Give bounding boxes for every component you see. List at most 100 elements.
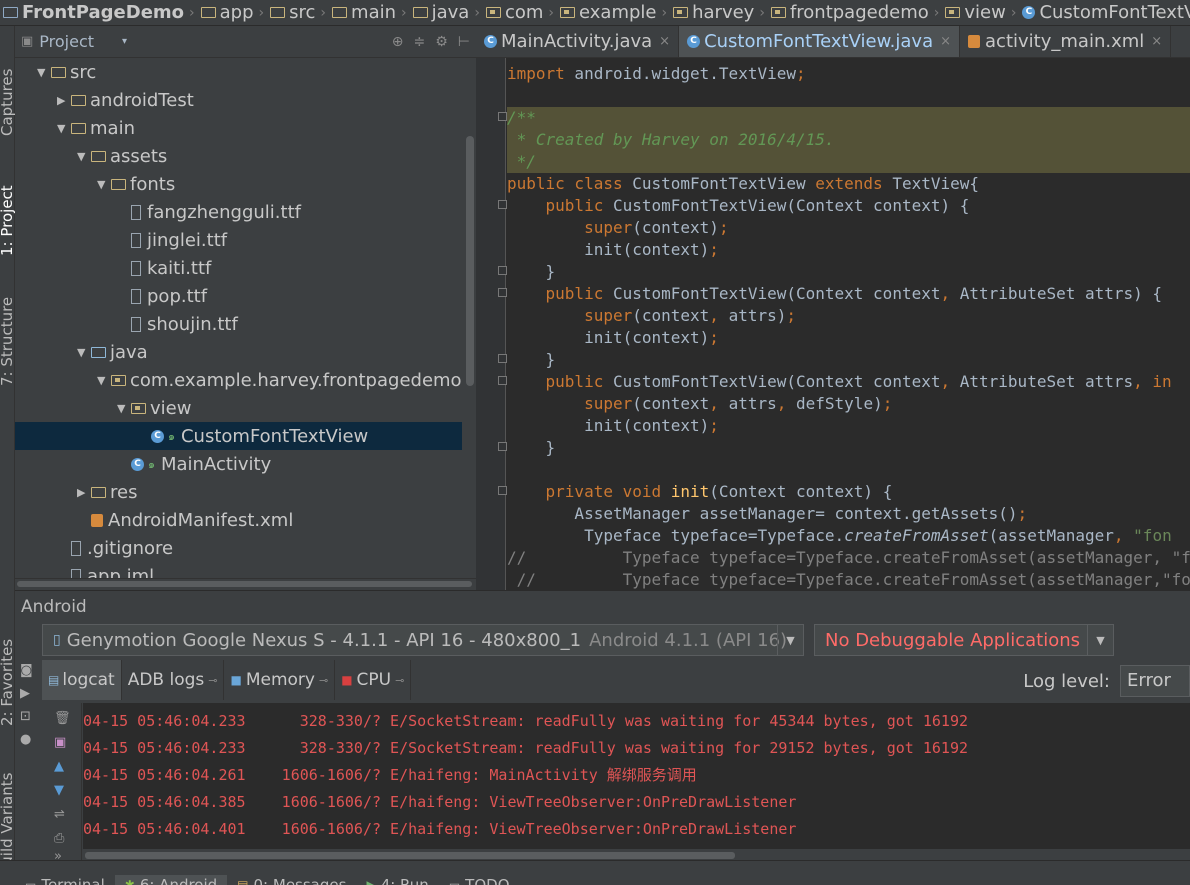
breadcrumb-item[interactable]: FrontPageDemo ›: [0, 2, 198, 23]
android-panel-title: Android: [21, 597, 87, 617]
camera-icon[interactable]: ◙: [20, 663, 40, 678]
tab-cpu[interactable]: ■ CPU ⊸: [335, 660, 412, 700]
fold-marker-icon[interactable]: [498, 112, 507, 121]
process-selector[interactable]: No Debuggable Applications ▼: [814, 624, 1114, 656]
tree-item[interactable]: .gitignore: [15, 534, 462, 562]
logcat-output[interactable]: 04-15 05:46:04.233 328-330/? E/SocketStr…: [83, 703, 1190, 849]
fold-marker-icon[interactable]: [498, 376, 507, 385]
code-line: public CustomFontTextView(Context contex…: [545, 196, 970, 215]
record-icon[interactable]: ▶: [20, 686, 40, 701]
sync-icon[interactable]: ⊕: [392, 34, 404, 50]
breadcrumb-item[interactable]: CCustomFontTextView: [1019, 2, 1190, 23]
breadcrumb-item[interactable]: main ›: [329, 2, 410, 23]
bottom-tab[interactable]: ▤ 0: Messages: [227, 875, 356, 885]
tree-item[interactable]: jinglei.ttf: [15, 226, 462, 254]
fold-marker-icon[interactable]: [498, 288, 507, 297]
tree-item[interactable]: shoujin.ttf: [15, 310, 462, 338]
structure-tab[interactable]: 7: Structure: [0, 297, 16, 386]
bottom-tab[interactable]: ✱ 6: Android: [114, 875, 228, 885]
tree-item[interactable]: AndroidManifest.xml: [15, 506, 462, 534]
arrow-up-icon[interactable]: ▲: [54, 759, 64, 774]
code-line: public CustomFontTextView(Context contex…: [545, 372, 1172, 391]
breadcrumb-item[interactable]: java ›: [410, 2, 483, 23]
collapse-arrow-icon[interactable]: ▶: [77, 486, 91, 499]
tab-memory[interactable]: ■ Memory ⊸: [224, 660, 336, 700]
bottom-tab[interactable]: ▶ 4: Run: [356, 875, 438, 885]
breadcrumb-item[interactable]: example ›: [557, 2, 670, 23]
expand-arrow-icon[interactable]: ▼: [77, 346, 91, 359]
collapse-icon[interactable]: ≑: [414, 34, 426, 50]
fold-marker-icon[interactable]: [498, 266, 507, 275]
soft-wrap-icon[interactable]: ⇌: [54, 807, 65, 822]
tree-item[interactable]: ▼ assets: [15, 142, 462, 170]
screen-icon[interactable]: ⊡: [20, 709, 40, 724]
fold-marker-icon[interactable]: [498, 442, 507, 451]
chevron-down-icon[interactable]: ▾: [122, 36, 127, 47]
tree-item[interactable]: ▼ main: [15, 114, 462, 142]
breadcrumb-item[interactable]: app ›: [198, 2, 268, 23]
project-view-selector[interactable]: Project: [39, 32, 94, 51]
chevron-down-icon[interactable]: ▼: [777, 625, 803, 655]
close-icon[interactable]: ×: [659, 34, 670, 49]
pin-icon[interactable]: ⊸: [319, 674, 328, 687]
editor-tab[interactable]: C CustomFontTextView.java ×: [679, 26, 961, 57]
favorites-tab[interactable]: 2: Favorites: [0, 639, 16, 726]
gear-icon[interactable]: ⚙: [435, 34, 448, 50]
code-line: init(context);: [507, 328, 719, 347]
tree-item[interactable]: C ๑ MainActivity: [15, 450, 462, 478]
tree-item[interactable]: C ๑ CustomFontTextView: [15, 422, 462, 450]
restart-icon[interactable]: ▣: [54, 735, 66, 750]
breadcrumb-item[interactable]: com ›: [483, 2, 557, 23]
tree-item[interactable]: kaiti.ttf: [15, 254, 462, 282]
expand-arrow-icon[interactable]: ▼: [57, 122, 71, 135]
trash-icon[interactable]: 🗑: [54, 711, 71, 726]
editor-tab[interactable]: activity_main.xml ×: [960, 26, 1172, 57]
tab-adb-logs[interactable]: ADB logs ⊸: [122, 660, 225, 700]
close-icon[interactable]: ×: [1151, 34, 1162, 49]
breadcrumb-item[interactable]: frontpagedemo ›: [768, 2, 942, 23]
logcat-toolbar: 🗑 ▣ ▲ ▼ ⇌ ⎙ »: [42, 703, 82, 864]
hide-panel-icon[interactable]: ⊢: [458, 34, 470, 50]
folder-icon: [332, 7, 348, 18]
expand-arrow-icon[interactable]: ▼: [117, 402, 131, 415]
stop-icon[interactable]: ●: [20, 732, 40, 747]
log-level-select[interactable]: Error: [1120, 665, 1190, 697]
breadcrumb-item[interactable]: src ›: [267, 2, 329, 23]
tree-item[interactable]: ▶ androidTest: [15, 86, 462, 114]
project-hscrollbar[interactable]: [15, 578, 476, 588]
pin-icon[interactable]: ⊸: [395, 674, 404, 687]
breadcrumb-item[interactable]: harvey ›: [670, 2, 768, 23]
arrow-down-icon[interactable]: ▼: [54, 783, 64, 798]
tree-item[interactable]: ▶ res: [15, 478, 462, 506]
tree-item[interactable]: fangzhengguli.ttf: [15, 198, 462, 226]
fold-marker-icon[interactable]: [498, 200, 507, 209]
close-icon[interactable]: ×: [940, 34, 951, 49]
chevron-down-icon[interactable]: ▼: [1087, 625, 1113, 655]
device-selector[interactable]: ▯ Genymotion Google Nexus S - 4.1.1 - AP…: [42, 624, 804, 656]
project-vscrollbar[interactable]: [466, 136, 474, 386]
tree-item[interactable]: pop.ttf: [15, 282, 462, 310]
fold-marker-icon[interactable]: [498, 486, 507, 495]
expand-arrow-icon[interactable]: ▼: [97, 178, 111, 191]
captures-tab[interactable]: Captures: [0, 69, 16, 136]
tab-logcat[interactable]: ▤ logcat: [42, 660, 122, 700]
code-line: /**: [507, 107, 1190, 129]
pin-icon[interactable]: ⊸: [208, 674, 217, 687]
collapse-arrow-icon[interactable]: ▶: [57, 94, 71, 107]
fold-marker-icon[interactable]: [498, 354, 507, 363]
tree-item[interactable]: ▼ src: [15, 58, 462, 86]
expand-arrow-icon[interactable]: ▼: [37, 66, 51, 79]
project-tool-tab[interactable]: 1: Project: [0, 185, 16, 256]
expand-arrow-icon[interactable]: ▼: [77, 150, 91, 163]
tree-item[interactable]: ▼ com.example.harvey.frontpagedemo: [15, 366, 462, 394]
bottom-tab[interactable]: ▭ TODO: [439, 875, 520, 885]
editor-tab[interactable]: C MainActivity.java ×: [476, 26, 680, 57]
tree-item[interactable]: ▼ view: [15, 394, 462, 422]
tree-item[interactable]: ▼ fonts: [15, 170, 462, 198]
editor-tab-label: activity_main.xml: [985, 31, 1145, 52]
print-icon[interactable]: ⎙: [54, 831, 64, 846]
expand-arrow-icon[interactable]: ▼: [97, 374, 111, 387]
bottom-tab[interactable]: ▭ Terminal: [15, 875, 115, 885]
tree-item[interactable]: ▼ java: [15, 338, 462, 366]
breadcrumb-item[interactable]: view ›: [942, 2, 1019, 23]
